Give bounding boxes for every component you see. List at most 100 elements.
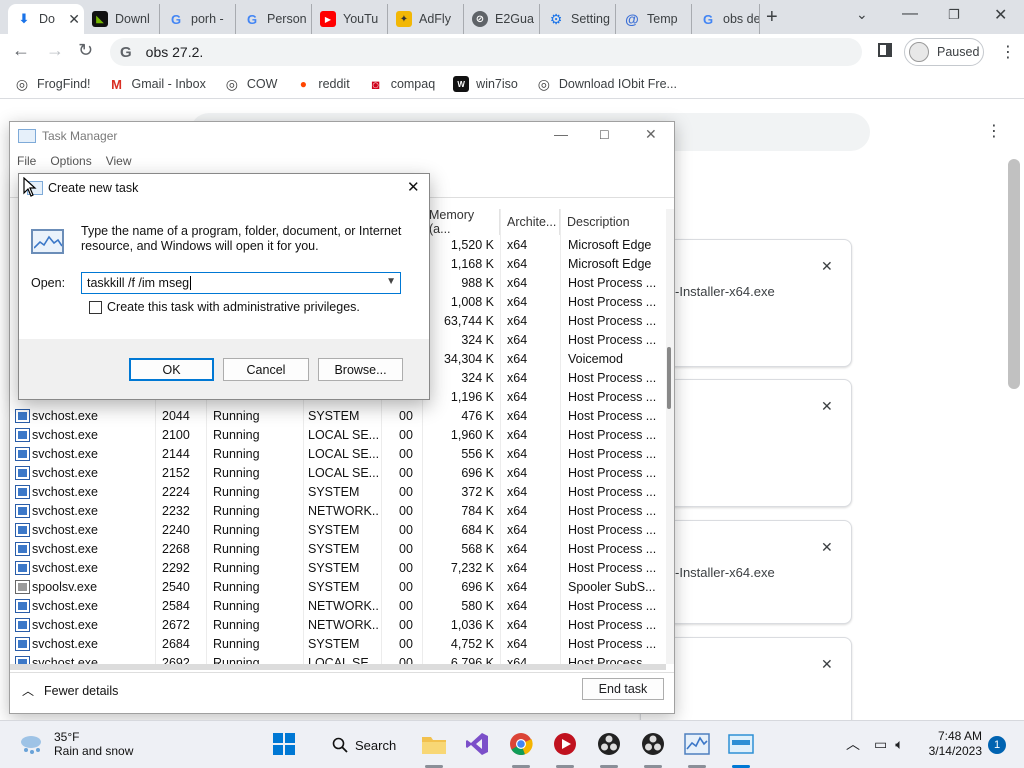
open-combobox[interactable]: taskkill /f /im mseg ▼ xyxy=(81,272,401,294)
table-row[interactable]: spoolsv.exe 2540 Running SYSTEM 00 696 K x64 Sp… xyxy=(10,578,666,597)
cell-arch: x64 xyxy=(507,561,528,575)
tab-google-search[interactable]: G porh - xyxy=(160,4,236,34)
bookmark-cow[interactable]: ◎ COW xyxy=(224,76,278,92)
obs-icon[interactable] xyxy=(640,731,666,757)
file-explorer-icon[interactable] xyxy=(421,731,447,757)
screen-recorder-icon[interactable] xyxy=(552,731,578,757)
cell-mem: 1,520 K xyxy=(450,238,494,252)
cell-mem: 696 K xyxy=(461,466,494,480)
bookmark-compaq[interactable]: ◙ compaq xyxy=(368,76,435,92)
table-row[interactable]: svchost.exe 2100 Running LOCAL SE... 00 1,960… xyxy=(10,426,666,445)
bookmark-gmail[interactable]: M Gmail - Inbox xyxy=(109,76,206,92)
close-dialog-icon[interactable]: ✕ xyxy=(407,178,420,196)
side-panel-icon[interactable] xyxy=(878,43,892,57)
ok-button[interactable]: OK xyxy=(129,358,214,381)
table-row[interactable]: svchost.exe 2684 Running SYSTEM 00 4,752 K x64… xyxy=(10,635,666,654)
end-task-button[interactable]: End task xyxy=(582,678,664,700)
column-memory[interactable]: Memory (a... xyxy=(422,209,500,236)
cell-arch: x64 xyxy=(507,656,528,664)
remove-download-icon[interactable]: ✕ xyxy=(821,258,833,275)
tab-google-personal[interactable]: G Person xyxy=(236,4,312,34)
chrome-icon[interactable] xyxy=(508,731,534,757)
close-tab-icon[interactable]: ✕ xyxy=(68,11,80,28)
fewer-details-button[interactable]: ︿ Fewer details xyxy=(22,682,118,699)
menu-view[interactable]: View xyxy=(106,154,132,168)
admin-privileges-checkbox[interactable]: Create this task with administrative pri… xyxy=(89,300,360,314)
tab-adfly[interactable]: ✦ AdFly xyxy=(388,4,464,34)
more-menu-icon[interactable]: ⋮ xyxy=(1000,42,1016,62)
google-icon: G xyxy=(120,43,132,61)
table-row[interactable]: svchost.exe 2672 Running NETWORK... 00 1,036 … xyxy=(10,616,666,635)
table-row[interactable]: svchost.exe 2292 Running SYSTEM 00 7,232 K x64… xyxy=(10,559,666,578)
weather-widget[interactable]: 35°F Rain and snow xyxy=(18,730,133,758)
chevron-up-icon[interactable]: ︿ xyxy=(846,734,860,754)
profile-button[interactable]: Paused xyxy=(904,38,984,66)
checkbox-box[interactable] xyxy=(89,300,102,314)
tab-downloads[interactable]: ⬇ Do ✕ xyxy=(8,4,84,34)
process-table-scrollbar[interactable] xyxy=(666,209,674,664)
table-row[interactable]: svchost.exe 2044 Running SYSTEM 00 476 K x64 Ho… xyxy=(10,407,666,426)
visual-studio-icon[interactable] xyxy=(464,731,490,757)
tab-search-chevron-icon[interactable]: ⌄ xyxy=(856,6,868,23)
tab-temp-mail[interactable]: @ Temp xyxy=(616,4,692,34)
remove-download-icon[interactable]: ✕ xyxy=(821,398,833,415)
remove-download-icon[interactable]: ✕ xyxy=(821,539,833,556)
menu-file[interactable]: File xyxy=(17,154,36,168)
maximize-icon[interactable]: ☐ xyxy=(599,128,610,142)
notification-badge[interactable]: 1 xyxy=(988,736,1006,754)
table-row[interactable]: svchost.exe 2232 Running NETWORK... 00 784 K x… xyxy=(10,502,666,521)
cell-desc: Host Process ... xyxy=(568,333,657,347)
new-tab-button[interactable]: + xyxy=(766,6,778,29)
minimize-icon[interactable]: — xyxy=(554,126,568,142)
process-table-hscrollbar[interactable] xyxy=(10,664,666,670)
browse-button[interactable]: Browse... xyxy=(318,358,403,381)
menu-options[interactable]: Options xyxy=(50,154,91,168)
table-row[interactable]: svchost.exe 2144 Running LOCAL SE... 00 556 K… xyxy=(10,445,666,464)
cell-pid: 2692 xyxy=(162,656,190,664)
close-window-icon[interactable]: ✕ xyxy=(994,5,1007,25)
bookmark-iobit[interactable]: ◎ Download IObit Fre... xyxy=(536,76,677,92)
reload-icon[interactable]: ↻ xyxy=(78,40,93,61)
tab-download-nvidia[interactable]: ◣ Downl xyxy=(84,4,160,34)
volume-icon[interactable]: 🔈︎ xyxy=(895,736,903,753)
column-architecture[interactable]: Archite... xyxy=(500,209,560,235)
tab-e2guardian[interactable]: ⊘ E2Gua xyxy=(464,4,540,34)
remove-download-icon[interactable]: ✕ xyxy=(821,656,833,673)
taskbar-search-button[interactable]: Search xyxy=(320,731,402,759)
obs-icon[interactable] xyxy=(596,731,622,757)
back-arrow-icon[interactable]: ← xyxy=(12,40,30,61)
page-scrollbar[interactable] xyxy=(1008,159,1020,389)
run-dialog-icon[interactable] xyxy=(728,731,754,757)
table-row[interactable]: svchost.exe 2268 Running SYSTEM 00 568 K x64 Ho… xyxy=(10,540,666,559)
cell-mem: 1,196 K xyxy=(450,390,494,404)
chevron-down-icon[interactable]: ▼ xyxy=(386,276,396,287)
task-manager-titlebar[interactable]: Task Manager xyxy=(10,122,674,150)
cell-user: SYSTEM xyxy=(308,409,360,423)
more-menu-icon[interactable]: ⋮ xyxy=(986,121,1002,141)
bookmark-reddit[interactable]: ● reddit xyxy=(295,76,350,92)
table-row[interactable]: svchost.exe 2152 Running LOCAL SE... 00 696 K… xyxy=(10,464,666,483)
start-windows-icon[interactable] xyxy=(271,731,297,757)
clock[interactable]: 7:48 AM 3/14/2023 xyxy=(918,729,982,759)
table-row[interactable]: svchost.exe 2692 Running LOCAL SE... 00 6,796… xyxy=(10,654,666,664)
table-row[interactable]: svchost.exe 2224 Running SYSTEM 00 372 K x64 Ho… xyxy=(10,483,666,502)
forward-arrow-icon[interactable]: → xyxy=(46,40,64,61)
tab-youtube[interactable]: ▶ YouTu xyxy=(312,4,388,34)
tab-obs-search[interactable]: G obs de xyxy=(692,4,760,34)
column-description[interactable]: Description xyxy=(560,209,660,235)
table-row[interactable]: svchost.exe 2584 Running NETWORK... 00 580 K x… xyxy=(10,597,666,616)
table-row[interactable]: svchost.exe 2240 Running SYSTEM 00 684 K x64 Ho… xyxy=(10,521,666,540)
tab-settings[interactable]: ⚙ Setting xyxy=(540,4,616,34)
close-window-icon[interactable]: ✕ xyxy=(645,126,657,143)
network-icon[interactable]: ▭ xyxy=(874,736,887,753)
cancel-button[interactable]: Cancel xyxy=(223,358,309,381)
bookmark-frogfind[interactable]: ◎ FrogFind! xyxy=(14,76,91,92)
minimize-icon[interactable]: — xyxy=(902,5,918,23)
cell-user: LOCAL SE... xyxy=(308,656,380,664)
dialog-titlebar[interactable]: Create new task xyxy=(19,174,429,201)
address-bar[interactable]: G obs 27.2. xyxy=(110,38,862,66)
restore-icon[interactable]: ❐ xyxy=(948,7,960,23)
cell-name: svchost.exe xyxy=(32,599,99,613)
task-manager-icon[interactable] xyxy=(684,731,710,757)
bookmark-win7iso[interactable]: Wwin7iso xyxy=(453,76,518,92)
